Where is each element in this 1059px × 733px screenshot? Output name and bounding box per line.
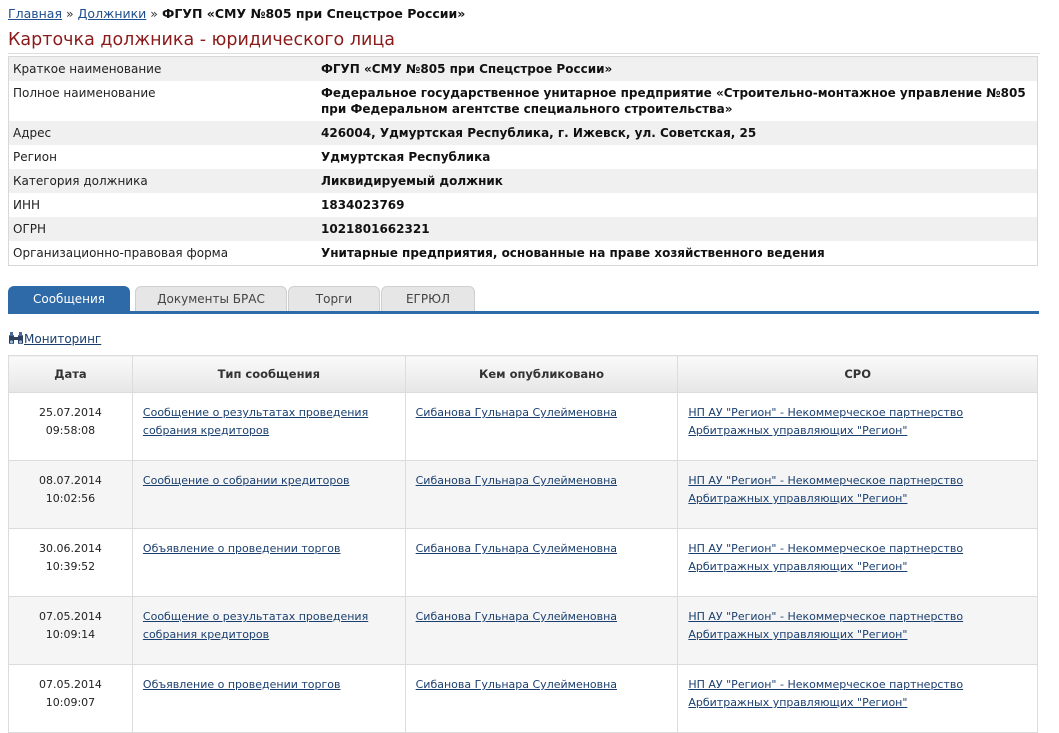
info-row: Организационно-правовая форма Унитарные п… [8, 241, 1038, 266]
binoculars-icon[interactable] [8, 332, 24, 346]
sro-cell: НП АУ "Регион" - Некоммерческое партнерс… [677, 392, 1038, 461]
breadcrumb-debtors-link[interactable]: Должники [78, 6, 147, 21]
publisher-link[interactable]: Сибанова Гульнара Сулейменовна [416, 406, 617, 419]
message-type-cell: Объявление о проведении торгов [131, 664, 406, 733]
message-type-link[interactable]: Сообщение о результатах проведения собра… [143, 406, 368, 437]
info-value: Унитарные предприятия, основанные на пра… [317, 241, 1038, 266]
messages-table: Дата Тип сообщения Кем опубликовано СРО … [8, 355, 1038, 733]
breadcrumb: Главная» Должники» ФГУП «СМУ №805 при Спец… [8, 6, 465, 21]
tab-bar: Сообщения Документы БРАС Торги ЕГРЮЛ [8, 286, 1039, 314]
table-row: 25.07.2014 09:58:08 Сообщение о результа… [8, 392, 1038, 461]
column-header-sro[interactable]: СРО [677, 355, 1038, 393]
table-header-row: Дата Тип сообщения Кем опубликовано СРО [8, 355, 1038, 393]
info-row: Категория должника Ликвидируемый должник [8, 169, 1038, 193]
tab-messages[interactable]: Сообщения [8, 286, 130, 312]
sro-cell: НП АУ "Регион" - Некоммерческое партнерс… [677, 664, 1038, 733]
breadcrumb-home-link[interactable]: Главная [8, 6, 62, 21]
title-divider [8, 53, 1040, 54]
info-value: Федеральное государственное унитарное пр… [317, 81, 1038, 121]
breadcrumb-current: ФГУП «СМУ №805 при Спецстрое России» [161, 6, 466, 21]
info-label: Организационно-правовая форма [8, 241, 317, 266]
message-type-link[interactable]: Объявление о проведении торгов [143, 678, 341, 691]
info-row: ИНН 1834023769 [8, 193, 1038, 217]
info-row: Адрес 426004, Удмуртская Республика, г. И… [8, 121, 1038, 145]
message-type-cell: Сообщение о результатах проведения собра… [131, 392, 406, 461]
info-value: Удмуртская Республика [317, 145, 1038, 169]
publisher-link[interactable]: Сибанова Гульнара Сулейменовна [416, 678, 617, 691]
column-header-type[interactable]: Тип сообщения [131, 355, 406, 393]
message-date: 08.07.2014 10:02:56 [8, 460, 133, 529]
publisher-link[interactable]: Сибанова Гульнара Сулейменовна [416, 610, 617, 623]
debtor-info-table: Краткое наименование ФГУП «СМУ №805 при С… [8, 56, 1038, 266]
info-label: Адрес [8, 121, 317, 145]
column-header-date[interactable]: Дата [8, 355, 133, 393]
info-row: Краткое наименование ФГУП «СМУ №805 при С… [8, 56, 1038, 81]
page-title: Карточка должника - юридического лица [8, 30, 396, 50]
monitoring-link[interactable]: Мониторинг [24, 332, 101, 346]
message-type-link[interactable]: Объявление о проведении торгов [143, 542, 341, 555]
publisher-link[interactable]: Сибанова Гульнара Сулейменовна [416, 542, 617, 555]
table-row: 08.07.2014 10:02:56 Сообщение о собрании… [8, 460, 1038, 529]
message-type-link[interactable]: Сообщение о собрании кредиторов [143, 474, 350, 487]
info-label: ИНН [8, 193, 317, 217]
sro-link[interactable]: НП АУ "Регион" - Некоммерческое партнерс… [688, 406, 963, 437]
column-header-publisher[interactable]: Кем опубликовано [404, 355, 679, 393]
info-label: Краткое наименование [8, 56, 317, 81]
info-row: Полное наименование Федеральное государст… [8, 81, 1038, 121]
sro-link[interactable]: НП АУ "Регион" - Некоммерческое партнерс… [688, 610, 963, 641]
info-label: ОГРН [8, 217, 317, 241]
publisher-link[interactable]: Сибанова Гульнара Сулейменовна [416, 474, 617, 487]
monitoring-link-group: Мониторинг [8, 332, 101, 346]
message-type-link[interactable]: Сообщение о результатах проведения собра… [143, 610, 368, 641]
table-row: 30.06.2014 10:39:52 Объявление о проведе… [8, 528, 1038, 597]
info-row: ОГРН 1021801662321 [8, 217, 1038, 241]
tab-bras-documents[interactable]: Документы БРАС [135, 286, 287, 311]
info-value: 426004, Удмуртская Республика, г. Ижевск… [317, 121, 1038, 145]
publisher-cell: Сибанова Гульнара Сулейменовна [404, 596, 679, 665]
breadcrumb-separator: » [66, 6, 74, 21]
message-date: 07.05.2014 10:09:07 [8, 664, 133, 733]
sro-link[interactable]: НП АУ "Регион" - Некоммерческое партнерс… [688, 678, 963, 709]
message-date: 07.05.2014 10:09:14 [8, 596, 133, 665]
message-type-cell: Объявление о проведении торгов [131, 528, 406, 597]
table-row: 07.05.2014 10:09:14 Сообщение о результа… [8, 596, 1038, 665]
info-value: 1021801662321 [317, 217, 1038, 241]
message-type-cell: Сообщение о результатах проведения собра… [131, 596, 406, 665]
info-row: Регион Удмуртская Республика [8, 145, 1038, 169]
info-label: Полное наименование [8, 81, 317, 121]
tab-auctions[interactable]: Торги [288, 286, 380, 311]
info-label: Регион [8, 145, 317, 169]
info-label: Категория должника [8, 169, 317, 193]
tab-underline [8, 311, 1039, 314]
tab-egrul[interactable]: ЕГРЮЛ [381, 286, 475, 311]
table-row: 07.05.2014 10:09:07 Объявление о проведе… [8, 664, 1038, 733]
message-date: 25.07.2014 09:58:08 [8, 392, 133, 461]
info-value: Ликвидируемый должник [317, 169, 1038, 193]
publisher-cell: Сибанова Гульнара Сулейменовна [404, 460, 679, 529]
publisher-cell: Сибанова Гульнара Сулейменовна [404, 664, 679, 733]
sro-cell: НП АУ "Регион" - Некоммерческое партнерс… [677, 596, 1038, 665]
publisher-cell: Сибанова Гульнара Сулейменовна [404, 392, 679, 461]
sro-link[interactable]: НП АУ "Регион" - Некоммерческое партнерс… [688, 542, 963, 573]
breadcrumb-separator: » [150, 6, 158, 21]
info-value: ФГУП «СМУ №805 при Спецстрое России» [317, 56, 1038, 81]
sro-link[interactable]: НП АУ "Регион" - Некоммерческое партнерс… [688, 474, 963, 505]
publisher-cell: Сибанова Гульнара Сулейменовна [404, 528, 679, 597]
message-date: 30.06.2014 10:39:52 [8, 528, 133, 597]
sro-cell: НП АУ "Регион" - Некоммерческое партнерс… [677, 460, 1038, 529]
info-value: 1834023769 [317, 193, 1038, 217]
sro-cell: НП АУ "Регион" - Некоммерческое партнерс… [677, 528, 1038, 597]
message-type-cell: Сообщение о собрании кредиторов [131, 460, 406, 529]
